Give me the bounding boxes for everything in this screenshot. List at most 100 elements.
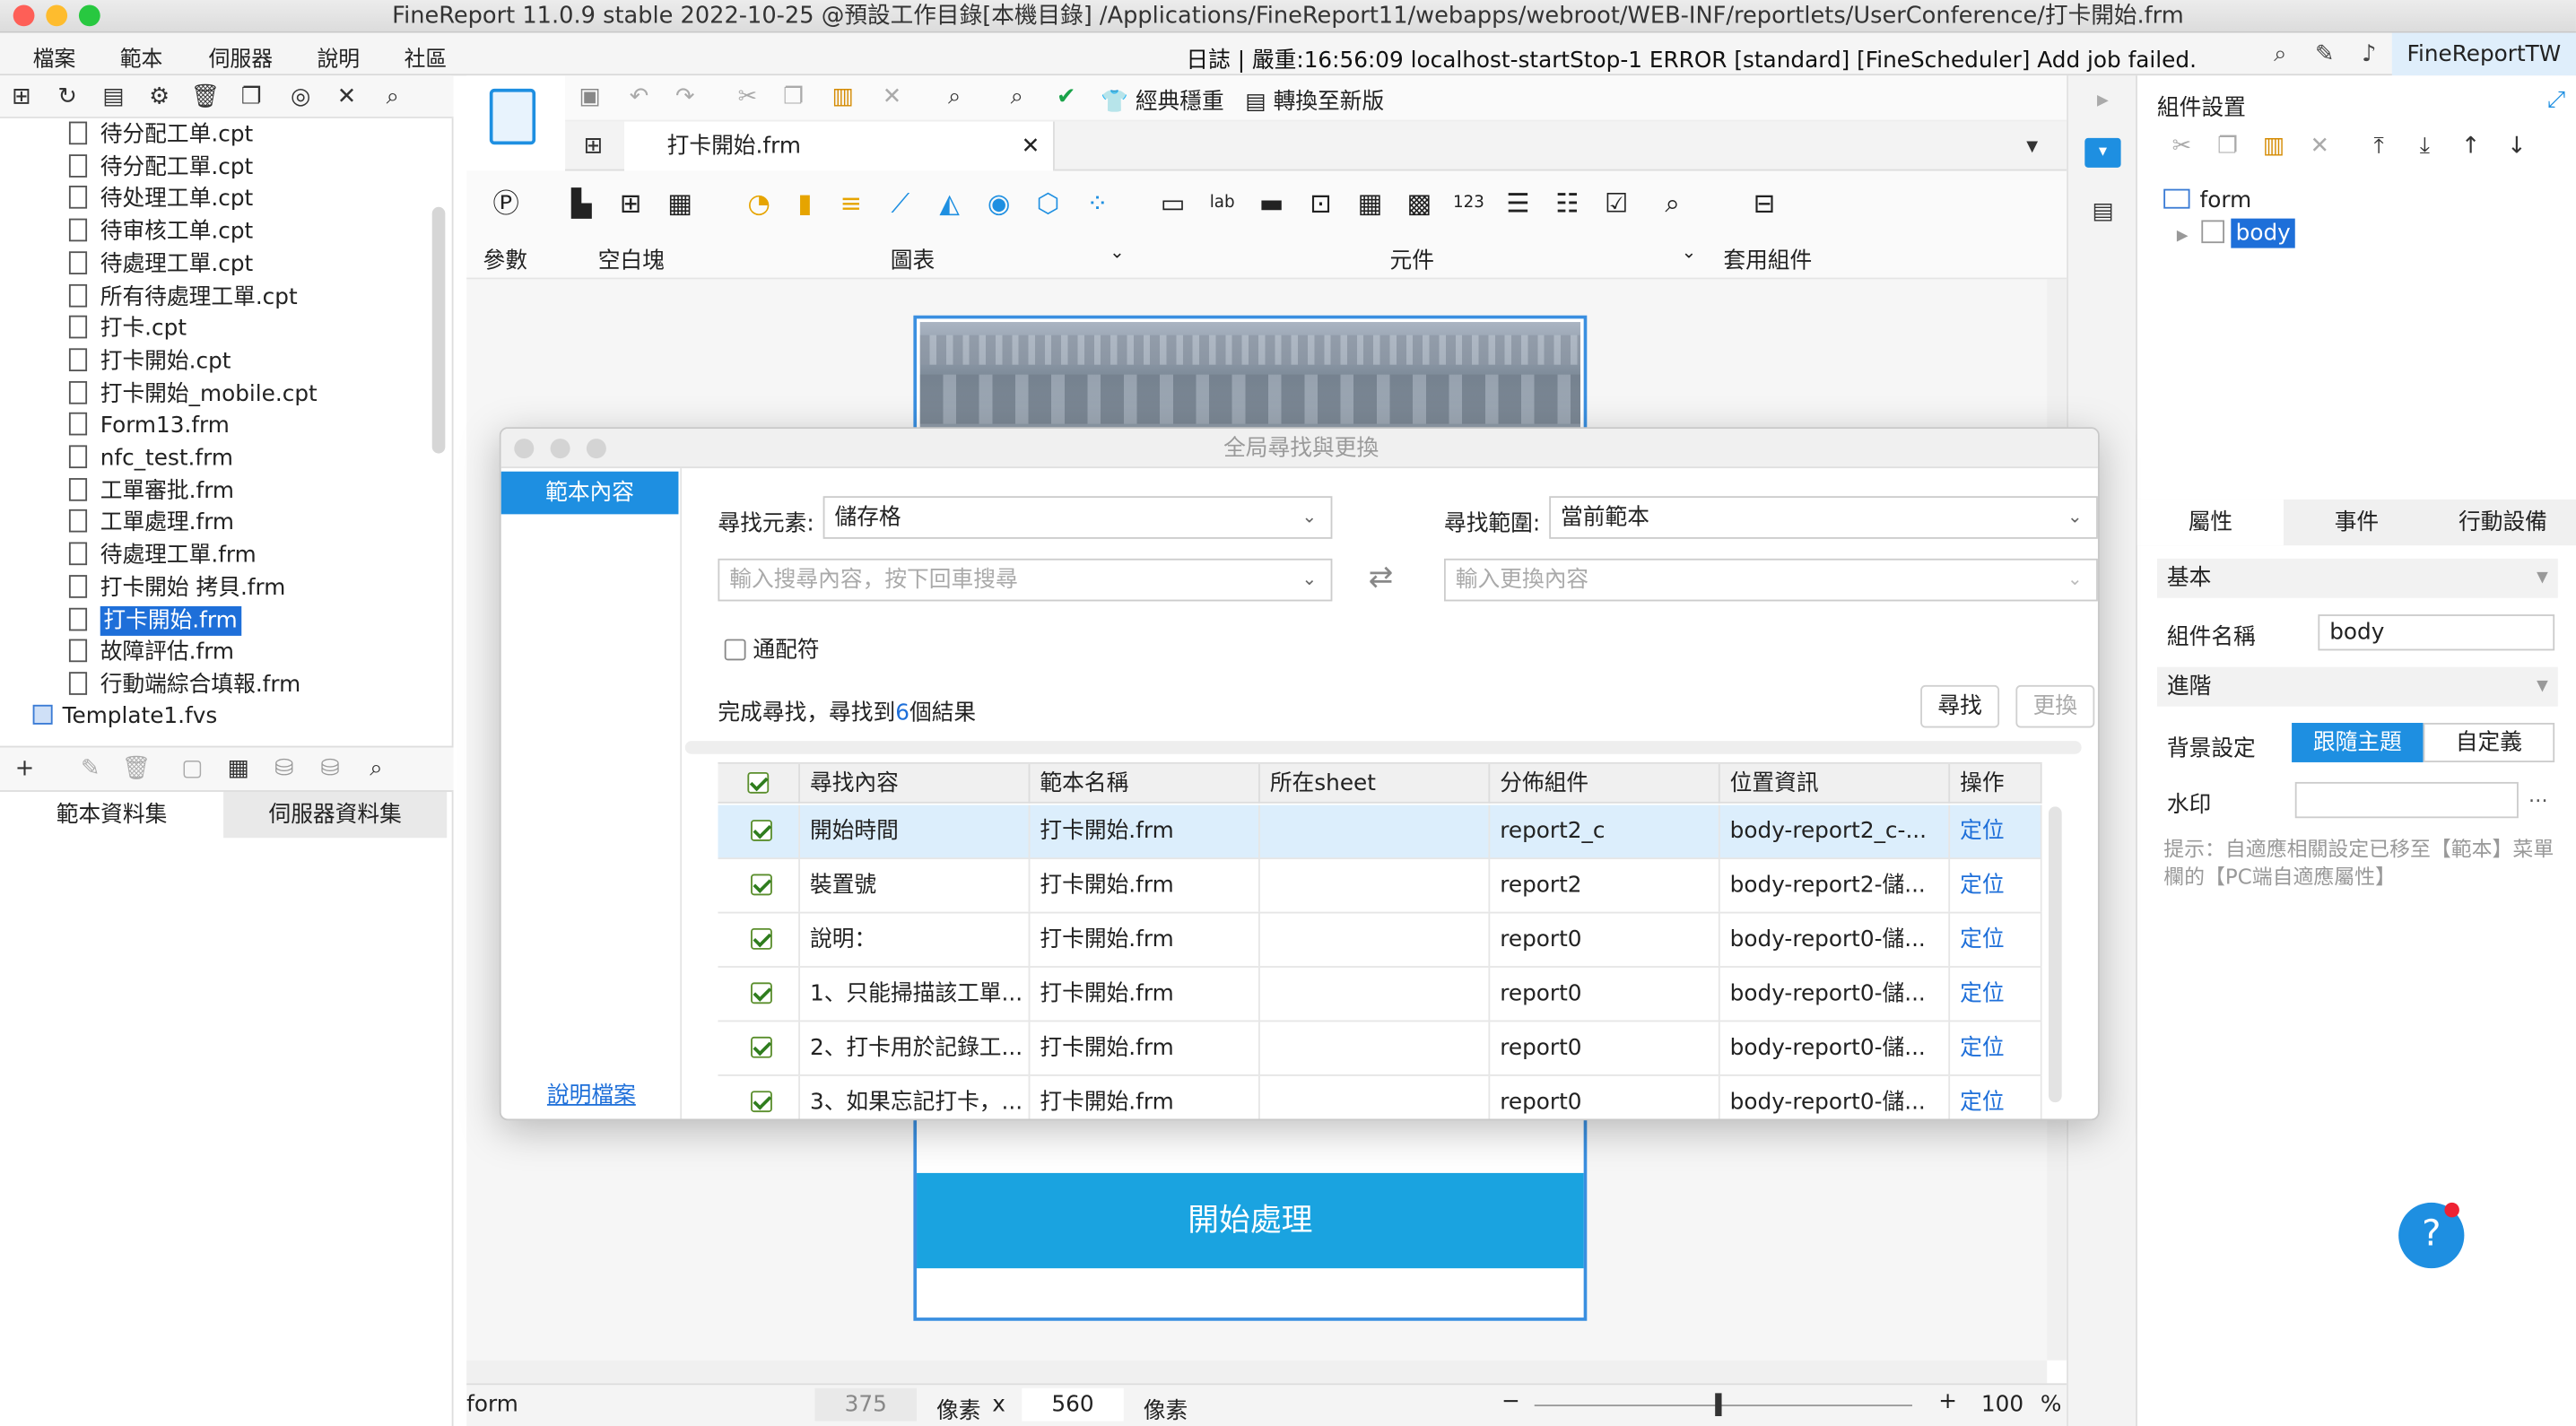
button-widget-icon[interactable]: ▬ xyxy=(1255,187,1288,221)
help-doc-link[interactable]: 說明檔案 xyxy=(547,1076,636,1109)
tab-properties[interactable]: 屬性 xyxy=(2137,499,2284,546)
apply-component-icon[interactable]: ⊟ xyxy=(1748,187,1781,221)
row-select-cell[interactable] xyxy=(718,913,800,967)
move-bottom-icon[interactable]: ⤓ xyxy=(2410,132,2440,161)
tab-menu-icon[interactable]: ▾ xyxy=(2017,132,2047,161)
menu-community[interactable]: 社區 xyxy=(405,41,448,72)
tab-template-dataset[interactable]: 範本資料集 xyxy=(0,791,224,839)
wildcard-option[interactable]: 通配符 xyxy=(724,630,820,664)
bg-custom-button[interactable]: 自定義 xyxy=(2423,722,2555,762)
file-item[interactable]: 待处理工单.cpt xyxy=(68,185,253,216)
grid-icon[interactable]: ⊞ xyxy=(579,132,608,161)
tab-events[interactable]: 事件 xyxy=(2284,500,2430,545)
save-icon[interactable]: ▣ xyxy=(575,83,605,112)
find-button[interactable]: 尋找 xyxy=(1920,684,2000,728)
database-icon[interactable]: ⛁ xyxy=(269,754,299,784)
file-item[interactable]: 打卡.cpt xyxy=(68,314,187,345)
result-row[interactable]: 裝置號 打卡開始.frm report2 body-report2-儲... 定位 xyxy=(718,859,2042,914)
file-item[interactable]: 所有待處理工單.cpt xyxy=(68,282,298,313)
template-file-item[interactable]: Template1.fvs xyxy=(32,703,217,729)
file-item[interactable]: 工單審批.frm xyxy=(68,476,234,508)
menu-server[interactable]: 伺服器 xyxy=(209,41,273,72)
watermark-input[interactable] xyxy=(2294,781,2519,819)
tree-body-node[interactable]: ▶ body xyxy=(2177,218,2296,248)
delete-icon[interactable]: 🗑 xyxy=(190,83,221,112)
close-tab-icon[interactable]: ✕ xyxy=(1022,122,1040,171)
expand-icon[interactable]: ▶ xyxy=(2177,229,2189,245)
pin-icon[interactable]: ⤢ xyxy=(2541,85,2571,115)
file-item[interactable]: 打卡開始.cpt xyxy=(68,346,231,378)
textarea-widget-icon[interactable]: ☰ xyxy=(1501,187,1535,221)
maximize-window-button[interactable] xyxy=(78,4,100,27)
collapse-right-icon[interactable]: ▸ xyxy=(2088,85,2118,115)
zoom-slider-handle[interactable] xyxy=(1715,1393,1722,1417)
locate-link[interactable]: 定位 xyxy=(1950,913,2042,967)
chart-expand-icon[interactable]: ⌄ xyxy=(1101,237,1134,270)
label-widget-icon[interactable]: lab xyxy=(1205,187,1239,221)
undo-icon[interactable]: ↶ xyxy=(624,83,654,112)
menu-help[interactable]: 說明 xyxy=(317,41,360,72)
blank-block-icon[interactable]: ▙ xyxy=(565,187,598,221)
locate-link[interactable]: 定位 xyxy=(1950,1022,2042,1074)
delete-dataset-icon[interactable]: 🗑 xyxy=(122,754,152,784)
row-select-cell[interactable] xyxy=(718,859,800,912)
row-checkbox[interactable] xyxy=(751,982,772,1004)
document-tab[interactable]: 打卡開始.frm ✕ xyxy=(624,121,1055,171)
redo-icon[interactable]: ↷ xyxy=(670,83,700,112)
menu-file[interactable]: 檔案 xyxy=(33,41,76,72)
add-dataset-icon[interactable]: + xyxy=(10,754,39,784)
component-settings-icon[interactable]: ▾ xyxy=(2084,137,2121,168)
dialog-minimize-button[interactable] xyxy=(550,439,570,459)
search-widget-icon[interactable]: ⌕ xyxy=(1656,187,1689,221)
minimize-window-button[interactable] xyxy=(46,4,68,27)
canvas-hscroll[interactable] xyxy=(466,1360,2048,1384)
results-hscroll[interactable] xyxy=(684,741,2082,754)
brand-tab[interactable]: FineReportTW xyxy=(2391,32,2576,76)
file-item[interactable]: 待分配工單.cpt xyxy=(68,152,253,184)
paste-icon[interactable]: ▥ xyxy=(2258,132,2288,161)
section-basic[interactable]: 基本 ▼ xyxy=(2156,558,2558,598)
component-expand-icon[interactable]: ⌄ xyxy=(1673,237,1706,270)
section-advanced[interactable]: 進階 ▼ xyxy=(2156,666,2558,707)
search-dataset-icon[interactable]: ⌕ xyxy=(361,754,391,784)
tab-block-icon[interactable]: ▦ xyxy=(664,187,697,221)
row-checkbox[interactable] xyxy=(751,820,772,841)
file-item[interactable]: 待處理工單.frm xyxy=(68,541,257,572)
convert-new-button[interactable]: ▤ 轉換至新版 xyxy=(1245,83,1384,115)
paste-icon[interactable]: ▥ xyxy=(828,83,857,112)
move-up-icon[interactable]: ↑ xyxy=(2456,132,2485,161)
radar-chart-icon[interactable]: ⬡ xyxy=(1031,187,1065,221)
sidebar-item-template-content[interactable]: 範本內容 xyxy=(500,471,679,515)
area-chart-icon[interactable]: ◭ xyxy=(933,187,966,221)
textbox-widget-icon[interactable]: ▭ xyxy=(1156,187,1189,221)
file-item[interactable]: 故障評估.frm xyxy=(68,638,234,669)
hbar-chart-icon[interactable]: ≡ xyxy=(834,187,867,221)
line-chart-icon[interactable]: ⟋ xyxy=(883,187,917,221)
edit-dataset-icon[interactable]: ✎ xyxy=(75,754,105,784)
tree-form-node[interactable]: form xyxy=(2163,187,2251,213)
move-down-icon[interactable]: ↓ xyxy=(2502,132,2532,161)
layout-icon[interactable]: ▤ xyxy=(2088,197,2118,227)
result-row[interactable]: 說明： 打卡開始.frm report0 body-report0-儲... 定位 xyxy=(718,913,2042,968)
settings-icon[interactable]: ⚙ xyxy=(144,83,174,112)
result-row[interactable]: 2、打卡用於記錄工... 打卡開始.frm report0 body-report0-… xyxy=(718,1022,2042,1076)
file-item[interactable]: 打卡開始_mobile.cpt xyxy=(68,378,318,410)
select-all-cell[interactable] xyxy=(718,763,800,804)
find-scope-select[interactable]: 當前範本 ⌄ xyxy=(1549,496,2098,539)
locate-link[interactable]: 定位 xyxy=(1950,859,2042,912)
refresh-icon[interactable]: ↻ xyxy=(53,83,83,112)
find-icon[interactable]: ⌕ xyxy=(1002,83,1031,112)
row-select-cell[interactable] xyxy=(718,1075,800,1119)
wildcard-checkbox[interactable] xyxy=(724,639,746,661)
cut-icon[interactable]: ✂ xyxy=(733,83,762,112)
tab-server-dataset[interactable]: 伺服器資料集 xyxy=(223,791,448,839)
bell-icon[interactable]: ♪ xyxy=(2356,41,2382,67)
date-widget-icon[interactable]: ▦ xyxy=(1353,187,1387,221)
file-item[interactable]: 行動端綜合填報.frm xyxy=(68,670,300,701)
row-checkbox[interactable] xyxy=(751,874,772,896)
locate-link[interactable]: 定位 xyxy=(1950,967,2042,1021)
delete-icon[interactable]: ✕ xyxy=(2305,132,2335,161)
file-tree-scrollbar[interactable] xyxy=(431,206,446,454)
search-icon[interactable]: ⌕ xyxy=(2267,41,2293,67)
checkbox-group-icon[interactable]: ☑ xyxy=(1600,187,1633,221)
